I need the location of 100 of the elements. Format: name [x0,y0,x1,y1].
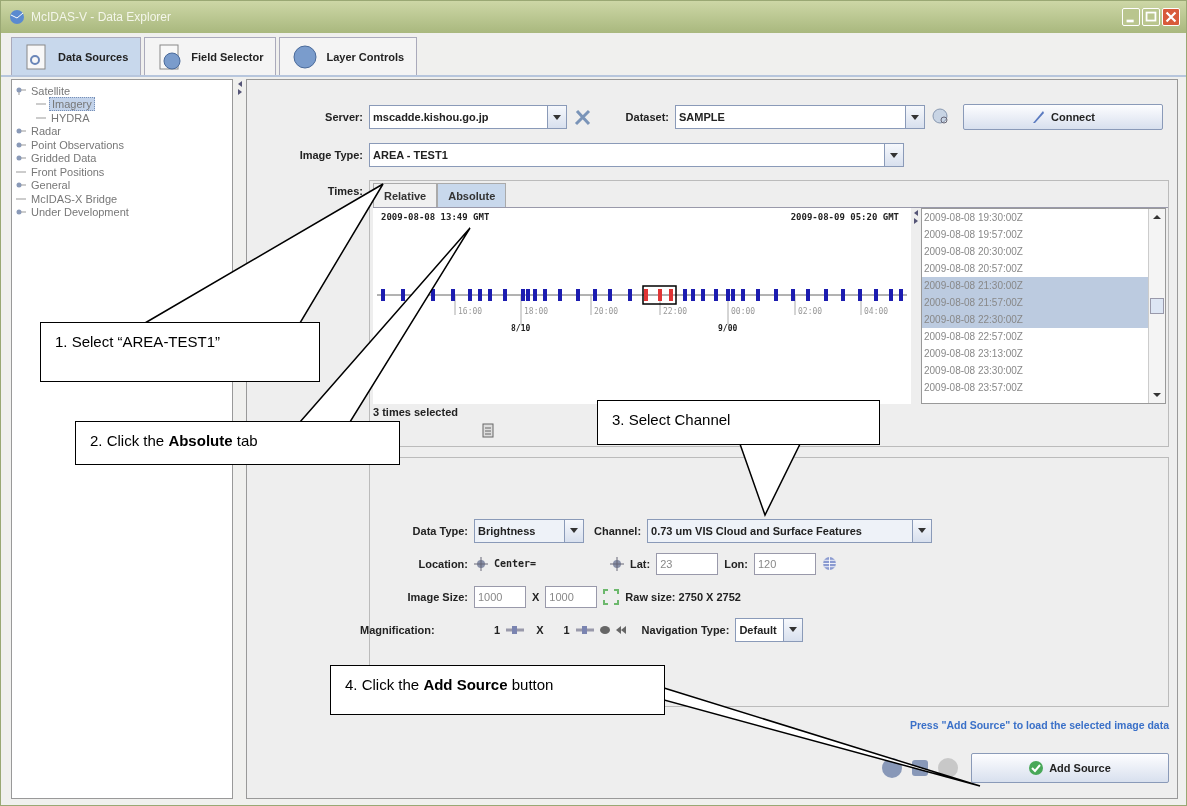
add-source-button[interactable]: Add Source [971,753,1169,783]
server-label: Server: [324,111,363,123]
time-item[interactable]: 2009-08-08 20:57:00Z [922,260,1148,277]
tab[interactable]: Absolute [437,183,507,207]
dataset-label: Dataset: [624,111,669,123]
status-icon [937,757,959,779]
callout: 1. Select “AREA-TEST1” [40,322,320,382]
height-field[interactable]: 1000 [545,585,598,608]
hour-label: 16:00 [458,307,483,316]
globe-search-icon[interactable] [931,107,951,127]
pen-icon [1031,110,1045,124]
callout: 2. Click the Absolute tab [75,421,400,465]
data-type-label: Data Type: [411,524,468,537]
time-item[interactable]: 2009-08-08 23:57:00Z [922,379,1148,396]
tab[interactable]: Field Selector [144,37,277,75]
location-label: Location: [417,557,468,570]
caret-icon [553,114,561,120]
time-item[interactable]: 2009-08-08 23:30:00Z [922,362,1148,379]
lat-field[interactable]: 23 [656,552,719,575]
date-label: 9/00 [718,324,738,333]
collapse-arrow-icon[interactable] [913,210,919,216]
hour-label: 02:00 [798,307,823,316]
width-field[interactable]: 1000 [474,585,526,608]
clipboard-icon[interactable] [481,422,495,438]
tab[interactable]: Data Sources [11,37,142,75]
globe-icon [292,43,319,70]
slider-icon[interactable] [506,624,525,635]
hour-label: 22:00 [663,307,688,316]
tree-item[interactable]: Gridded Data [29,152,99,165]
end-time: 2009-08-09 05:20 GMT [790,212,899,222]
time-item[interactable]: 2009-08-08 23:13:00Z [922,345,1148,362]
slider-icon[interactable] [575,624,594,635]
magnification-label: Magnification: [360,623,436,636]
connect-button[interactable]: Connect [963,104,1163,130]
minimize-button[interactable] [1122,8,1140,26]
crosshair-icon[interactable] [474,556,488,571]
check-icon [1029,761,1044,775]
close-button[interactable] [1162,8,1180,26]
tree-item[interactable]: General [29,179,73,192]
tab[interactable]: Relative [373,183,438,207]
expand-handle-icon[interactable] [16,208,26,217]
channel-label: Channel: [594,524,642,537]
expand-handle-icon[interactable] [16,127,26,136]
expand-arrow-icon[interactable] [913,218,919,224]
scrollbar-thumb[interactable] [1150,298,1164,314]
app-icon [7,7,27,27]
dataset-combo[interactable]: SAMPLE [675,105,925,129]
callout: 4. Click the Add Source button [330,665,665,715]
tree-item[interactable]: Radar [29,125,63,138]
time-item[interactable]: 2009-08-08 19:30:00Z [922,209,1148,226]
raw-size: Raw size: 2750 X 2752 [625,590,741,603]
navigation-combo[interactable]: Default [735,617,804,642]
hour-label: 20:00 [594,307,619,316]
resize-icon[interactable] [603,588,620,605]
caret-icon [911,114,919,120]
caret-icon [890,152,898,158]
center-label: Center= [494,558,538,569]
image-type-label: Image Type: [298,149,363,161]
time-item[interactable]: 2009-08-08 19:57:00Z [922,226,1148,243]
magnification-value: 1 [563,623,570,636]
collapse-arrow-icon[interactable] [236,81,243,87]
collapse-handle-icon[interactable] [16,86,26,95]
lon-label: Lon: [724,557,748,570]
time-item[interactable]: 2009-08-08 20:30:00Z [922,243,1148,260]
tree-item[interactable]: Satellite [29,84,73,97]
tree-item[interactable]: McIDAS-X Bridge [29,192,120,205]
navigation-type-label: Navigation Type: [641,623,730,636]
tab[interactable]: Layer Controls [279,37,418,75]
tree-item[interactable]: Front Positions [29,165,107,178]
expand-arrow-icon[interactable] [236,89,243,95]
reset-icon[interactable] [615,625,626,634]
server-combo[interactable]: mscadde.kishou.go.jp [369,105,567,129]
lon-field[interactable]: 120 [754,552,816,575]
tree-item[interactable]: Point Observations [29,138,126,151]
expand-handle-icon[interactable] [16,154,26,163]
tree-item[interactable]: HYDRA [49,111,92,124]
data-type-combo[interactable]: Brightness [474,518,584,543]
magnification-value: 1 [494,623,501,636]
times-sign: X [532,590,540,603]
timeline-drawing[interactable] [376,285,908,326]
hour-label: 04:00 [864,307,889,316]
tree-item[interactable]: Under Development [29,206,131,219]
maximize-button[interactable] [1142,8,1160,26]
time-item[interactable]: 2009-08-08 22:57:00Z [922,328,1148,345]
document-globe-icon [157,43,184,70]
expand-handle-icon[interactable] [16,181,26,190]
expand-handle-icon[interactable] [16,140,26,149]
times-sign: X [536,623,544,636]
globe-icon[interactable] [822,556,837,571]
hour-label: 00:00 [731,307,756,316]
crosshair-icon[interactable] [610,556,624,571]
selected-count: 3 times selected [373,406,459,418]
start-time: 2009-08-08 13:49 GMT [381,212,490,222]
image-type-combo[interactable]: AREA - TEST1 [369,143,904,167]
date-label: 8/10 [511,324,531,333]
tree-item[interactable]: Imagery [49,97,95,112]
window-title: McIDAS-V - Data Explorer [31,10,173,24]
lat-label: Lat: [630,557,651,570]
channel-combo[interactable]: 0.73 um VIS Cloud and Surface Features [647,518,933,543]
hour-label: 18:00 [524,307,549,316]
